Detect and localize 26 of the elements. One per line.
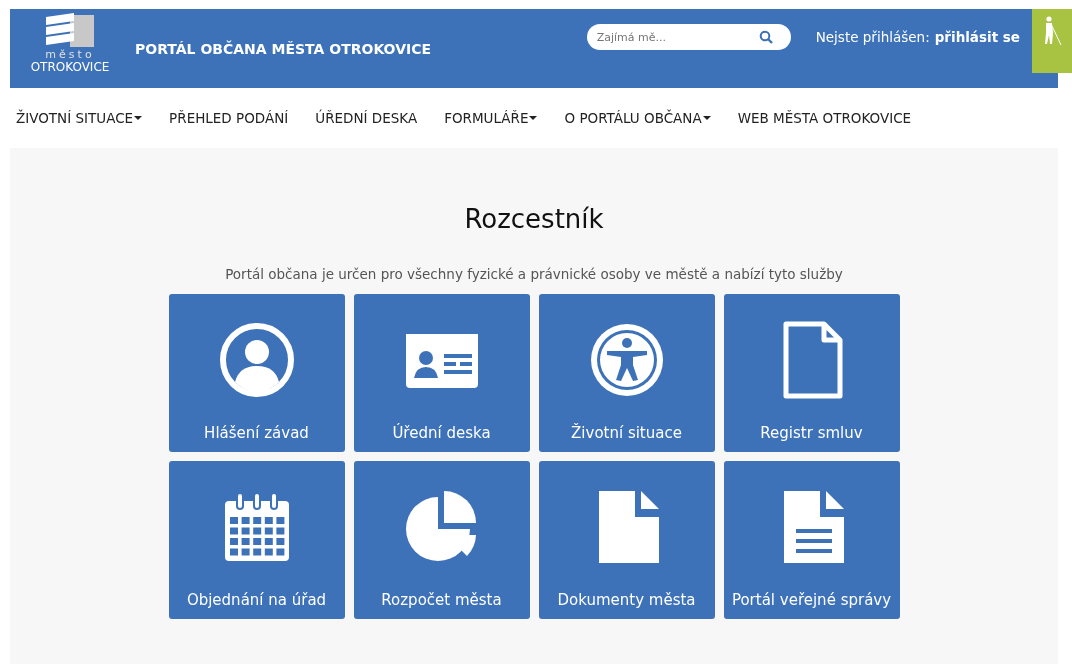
service-tile[interactable]: Hlášení závad: [168, 294, 345, 452]
page-heading: Rozcestník: [464, 204, 604, 234]
caret-icon: [134, 116, 143, 120]
nav-item[interactable]: ŽIVOTNÍ SITUACE: [16, 110, 143, 126]
caret-icon: [529, 116, 538, 120]
nav-item[interactable]: O PORTÁLU OBČANA: [564, 110, 711, 126]
blind-person-icon: [1042, 16, 1062, 46]
nav-item[interactable]: PŘEHLED PODÁNÍ: [169, 110, 289, 126]
search-field[interactable]: Zajímá mě...: [586, 24, 791, 50]
service-tile[interactable]: Objednání na úřad: [168, 461, 345, 619]
portal-title: PORTÁL OBČANA MĚSTA OTROKOVICE: [135, 40, 432, 57]
caret-icon: [702, 116, 711, 120]
nav-item[interactable]: WEB MĚSTA OTROKOVICE: [737, 110, 912, 126]
nav-item[interactable]: FORMULÁŘE: [444, 110, 538, 126]
login-status: Nejste přihlášen:: [815, 29, 930, 45]
login-link[interactable]: přihlásit se: [934, 29, 1020, 45]
search-icon[interactable]: [758, 30, 773, 44]
service-tile[interactable]: Registr smluv: [723, 294, 900, 452]
service-tile[interactable]: Rozpočet města: [353, 461, 530, 619]
service-tile[interactable]: Dokumenty města: [538, 461, 715, 619]
service-tile[interactable]: Životní situace: [538, 294, 715, 452]
service-tile[interactable]: Portál veřejné správy: [723, 461, 900, 619]
city-logo[interactable]: město OTROKOVICE: [20, 9, 120, 74]
nav-item[interactable]: ÚŘEDNÍ DESKA: [315, 110, 418, 126]
service-tile[interactable]: Úřední deska: [353, 294, 530, 452]
intro-text: Portál občana je určen pro všechny fyzické a právnické osoby ve městě a nabízí tyto služby: [225, 266, 843, 282]
